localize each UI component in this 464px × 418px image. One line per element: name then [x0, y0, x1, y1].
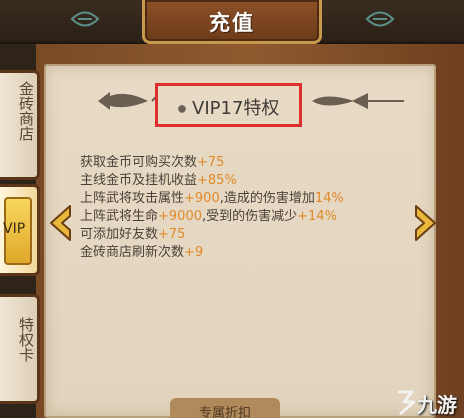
arrow-left-icon[interactable] — [46, 203, 76, 243]
title-plank: 充值 — [142, 0, 322, 44]
perk-value: +14% — [297, 209, 337, 224]
perk-value: 14% — [314, 191, 344, 206]
perk-value: +75 — [158, 227, 186, 242]
perk-value: +75 — [197, 155, 225, 170]
perk-row: 金砖商店刷新次数+9 — [80, 244, 425, 262]
perk-text: ,造成的伤害增加 — [219, 191, 315, 206]
top-ornament-icon — [70, 11, 100, 27]
perk-value: +9000 — [158, 209, 202, 224]
footer-tab-label: 专属折扣 — [198, 406, 251, 418]
tab-label: VIP — [3, 221, 26, 237]
watermark: 九游 — [392, 386, 464, 418]
perk-value: +9 — [184, 245, 204, 260]
perk-row: 可添加好友数+75 — [80, 226, 425, 244]
perk-value: +85% — [197, 173, 237, 188]
tab-privilege-card[interactable]: 特权卡 — [0, 294, 40, 404]
fish-ornament-icon — [312, 93, 404, 109]
window-title: 充值 — [209, 11, 255, 35]
perk-text: 上阵武将生命 — [80, 209, 159, 224]
tab-label: 金砖商店 — [17, 81, 35, 141]
perk-text: 上阵武将攻击属性 — [80, 191, 185, 206]
vip-heading-highlight: ● VIP17特权 — [155, 83, 302, 127]
top-ornament-icon — [365, 11, 395, 27]
perk-row: 主线金币及挂机收益+85% — [80, 172, 425, 190]
perk-text: 主线金币及挂机收益 — [80, 173, 198, 188]
tab-gold-brick-shop[interactable]: 金砖商店 — [0, 70, 40, 180]
watermark-text: 九游 — [417, 393, 457, 417]
perk-text: ,受到的伤害减少 — [202, 209, 298, 224]
vip-heading: ● VIP17特权 — [158, 94, 299, 120]
perk-row: 上阵武将生命+9000,受到的伤害减少+14% — [80, 208, 425, 226]
perk-list: 获取金币可购买次数+75 主线金币及挂机收益+85% 上阵武将攻击属性+900,… — [80, 154, 425, 262]
tab-label: 特权卡 — [17, 317, 35, 362]
fish-ornament-icon — [98, 92, 156, 110]
vip-heading-text: VIP17特权 — [192, 98, 280, 119]
perk-row: 获取金币可购买次数+75 — [80, 154, 425, 172]
perk-text: 获取金币可购买次数 — [80, 155, 198, 170]
exclusive-discount-tab[interactable]: 专属折扣 — [170, 398, 280, 418]
logo-icon — [398, 390, 416, 416]
bullet-dot-icon: ● — [177, 103, 187, 115]
perk-value: +900 — [184, 191, 220, 206]
tab-vip[interactable]: VIP — [0, 184, 40, 276]
perk-text: 可添加好友数 — [80, 227, 159, 242]
perk-text: 金砖商店刷新次数 — [80, 245, 185, 260]
arrow-right-icon[interactable] — [410, 203, 440, 243]
perk-row: 上阵武将攻击属性+900,造成的伤害增加14% — [80, 190, 425, 208]
